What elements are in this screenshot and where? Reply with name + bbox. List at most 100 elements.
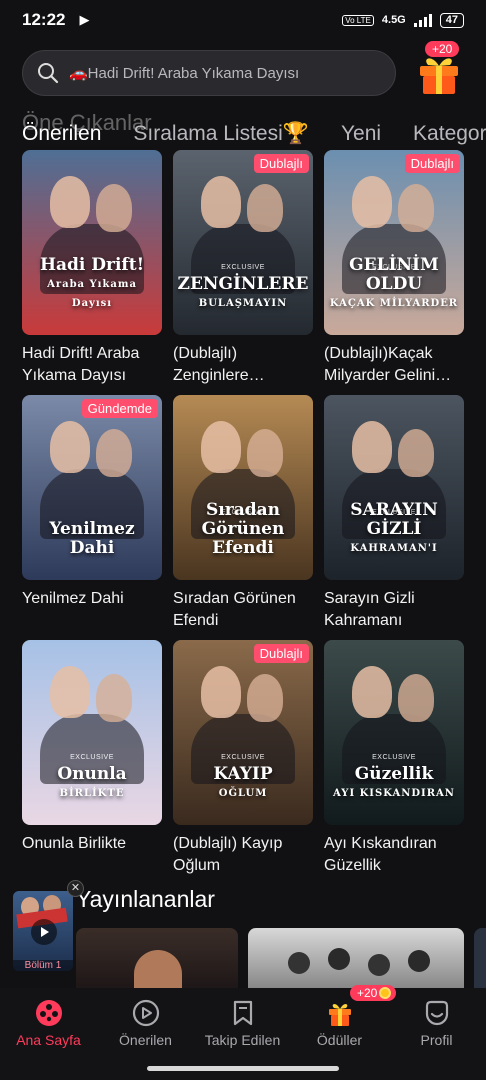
drama-card[interactable]: Yenilmez Dahi Gündemde Yenilmez Dahi bbox=[22, 395, 162, 610]
poster-figure bbox=[398, 674, 434, 722]
poster-title-sub: BİRLİKTE bbox=[59, 788, 125, 799]
drama-title[interactable]: (Dublajlı)Kaçak Milyarder Gelinim Oldu bbox=[324, 343, 464, 387]
nav-profile-label: Profil bbox=[420, 1032, 453, 1048]
poster-title: Güzellik AYI KISKANDIRAN bbox=[324, 765, 464, 803]
drama-card[interactable]: EXCLUSIVE ZENGİNLERE BULAŞMAYIN Dublajlı (Du… bbox=[173, 150, 313, 387]
poster-title: KAYIP OĞLUM bbox=[173, 765, 313, 803]
drama-poster[interactable]: EXCLUSIVE Güzellik AYI KISKANDIRAN bbox=[324, 640, 464, 825]
released-poster[interactable] bbox=[76, 928, 238, 988]
drama-title[interactable]: Sarayın Gizli Kahramanı bbox=[324, 588, 464, 632]
poster-figure bbox=[50, 421, 90, 473]
drama-title[interactable]: (Dublajlı) Kayıp Oğlum bbox=[173, 833, 313, 877]
poster-figure bbox=[96, 429, 132, 477]
nav-following[interactable]: Takip Edilen bbox=[194, 998, 291, 1048]
drama-title[interactable]: Onunla Birlikte bbox=[22, 833, 162, 855]
drama-tag: Dublajlı bbox=[404, 154, 460, 173]
drama-poster[interactable]: EXCLUSIVE KAYIP OĞLUM Dublajlı bbox=[173, 640, 313, 825]
nav-following-label: Takip Edilen bbox=[204, 1032, 281, 1048]
poster-title-main: ZENGİNLERE bbox=[177, 274, 309, 294]
battery-icon: 47 bbox=[439, 12, 464, 28]
poster-title: ZENGİNLERE BULAŞMAYIN bbox=[173, 275, 313, 313]
drama-poster[interactable]: EXCLUSIVE SARAYIN GİZLİ KAHRAMAN'I bbox=[324, 395, 464, 580]
poster-title: GELİNİM OLDU KAÇAK MİLYARDER bbox=[324, 256, 464, 313]
drama-tag: Dublajlı bbox=[253, 154, 309, 173]
gift-icon bbox=[328, 1003, 351, 1026]
tab-category[interactable]: Kategori bbox=[413, 122, 486, 146]
exclusive-label: EXCLUSIVE bbox=[221, 264, 265, 271]
close-icon[interactable]: ✕ bbox=[67, 880, 84, 897]
poster-figure bbox=[50, 176, 90, 228]
network-label: 4.5G bbox=[381, 14, 406, 26]
drama-title[interactable]: (Dublajlı) Zenginlere Bulaşmayın bbox=[173, 343, 313, 387]
play-icon[interactable] bbox=[31, 919, 57, 945]
poster-figure bbox=[247, 429, 283, 477]
released-poster[interactable] bbox=[248, 928, 464, 988]
drama-card[interactable]: EXCLUSIVE KAYIP OĞLUM Dublajlı (Dublajlı) Ka… bbox=[173, 640, 313, 877]
exclusive-label: EXCLUSIVE bbox=[372, 754, 416, 761]
search-placeholder: 🚗Hadi Drift! Araba Yıkama Dayısı bbox=[69, 65, 300, 82]
drama-card[interactable]: EXCLUSIVE Onunla BİRLİKTE Onunla Birlikte bbox=[22, 640, 162, 855]
drama-card[interactable]: EXCLUSIVE Güzellik AYI KISKANDIRAN Ayı Kısk… bbox=[324, 640, 464, 877]
poster-title: Yenilmez Dahi bbox=[22, 520, 162, 558]
poster-title-main: Yenilmez Dahi bbox=[49, 519, 135, 558]
tab-recommended[interactable]: Önerilen bbox=[22, 122, 101, 146]
nav-rewards-badge-text: +20 bbox=[357, 986, 378, 1000]
poster-title-main: KAYIP bbox=[213, 764, 273, 784]
drama-card[interactable]: EXCLUSIVE Sıradan Görünen Efendi Sıradan G… bbox=[173, 395, 313, 632]
bookmark-icon bbox=[233, 1000, 252, 1026]
profile-icon bbox=[425, 1000, 448, 1026]
poster-figure bbox=[352, 666, 392, 718]
poster-figure bbox=[247, 184, 283, 232]
mini-player-episode: Bölüm 1 bbox=[13, 960, 73, 971]
drama-poster[interactable]: EXCLUSIVE Onunla BİRLİKTE bbox=[22, 640, 162, 825]
drama-card[interactable]: EXCLUSIVE SARAYIN GİZLİ KAHRAMAN'I Sarayın … bbox=[324, 395, 464, 632]
drama-title[interactable]: Yenilmez Dahi bbox=[22, 588, 162, 610]
released-section-title: Yayınlananlar bbox=[76, 886, 215, 912]
nav-rewards[interactable]: Ödüller bbox=[291, 998, 388, 1048]
nav-recommended-label: Önerilen bbox=[119, 1032, 172, 1048]
released-row bbox=[76, 928, 486, 988]
drama-poster[interactable]: EXCLUSIVE ZENGİNLERE BULAŞMAYIN Dublajlı bbox=[173, 150, 313, 335]
released-poster[interactable] bbox=[474, 928, 486, 988]
drama-card[interactable]: Hadi Drift! Araba Yıkama Dayısı Hadi Drift… bbox=[22, 150, 162, 387]
nav-rewards-label: Ödüller bbox=[316, 1032, 363, 1048]
status-bar: 12:22 ▶ Vo LTE 4.5G 47 bbox=[0, 0, 486, 40]
poster-figure bbox=[398, 184, 434, 232]
poster-title: Hadi Drift! Araba Yıkama Dayısı bbox=[22, 256, 162, 313]
poster-figure bbox=[398, 429, 434, 477]
poster-figure bbox=[96, 184, 132, 232]
search-bar[interactable]: 🚗Hadi Drift! Araba Yıkama Dayısı bbox=[22, 50, 396, 96]
poster-figure bbox=[201, 176, 241, 228]
poster-figure bbox=[352, 176, 392, 228]
poster-title-sub: AYI KISKANDIRAN bbox=[333, 788, 455, 799]
drama-tag: Gündemde bbox=[81, 399, 158, 418]
exclusive-label: EXCLUSIVE bbox=[70, 754, 114, 761]
nav-profile[interactable]: Profil bbox=[388, 998, 485, 1048]
poster-figure bbox=[352, 421, 392, 473]
home-indicator bbox=[147, 1066, 339, 1071]
mini-player[interactable]: Bölüm 1 bbox=[13, 891, 73, 971]
drama-card[interactable]: EXCLUSIVE GELİNİM OLDU KAÇAK MİLYARDER Dubl… bbox=[324, 150, 464, 387]
cast-icon: ▶ bbox=[79, 12, 90, 27]
nav-home[interactable]: Ana Sayfa bbox=[0, 998, 97, 1048]
drama-title[interactable]: Ayı Kıskandıran Güzellik bbox=[324, 833, 464, 877]
drama-title[interactable]: Sıradan Görünen Efendi bbox=[173, 588, 313, 632]
tab-ranking[interactable]: Sıralama Listesi🏆 bbox=[133, 122, 309, 146]
drama-poster[interactable]: EXCLUSIVE Sıradan Görünen Efendi bbox=[173, 395, 313, 580]
poster-title-main: SARAYIN GİZLİ bbox=[350, 500, 438, 539]
poster-title-main: Sıradan Görünen Efendi bbox=[201, 500, 285, 558]
tab-bar: Önerilen Sıralama Listesi🏆 Yeni Kategori bbox=[22, 122, 486, 146]
signal-icon bbox=[413, 13, 432, 27]
drama-title[interactable]: Hadi Drift! Araba Yıkama Dayısı bbox=[22, 343, 162, 387]
tab-new[interactable]: Yeni bbox=[341, 122, 381, 146]
nav-recommended[interactable]: Önerilen bbox=[97, 998, 194, 1048]
poster-title-sub: KAHRAMAN'I bbox=[350, 543, 438, 554]
volte-icon: Vo LTE bbox=[342, 14, 374, 26]
nav-rewards-badge: +20 bbox=[350, 985, 397, 1001]
drama-poster[interactable]: Yenilmez Dahi Gündemde bbox=[22, 395, 162, 580]
drama-poster[interactable]: EXCLUSIVE GELİNİM OLDU KAÇAK MİLYARDER Dubl… bbox=[324, 150, 464, 335]
poster-title-sub: BULAŞMAYIN bbox=[198, 298, 288, 309]
drama-poster[interactable]: Hadi Drift! Araba Yıkama Dayısı bbox=[22, 150, 162, 335]
film-reel-icon bbox=[35, 1000, 62, 1026]
drama-tag: Dublajlı bbox=[253, 644, 309, 663]
